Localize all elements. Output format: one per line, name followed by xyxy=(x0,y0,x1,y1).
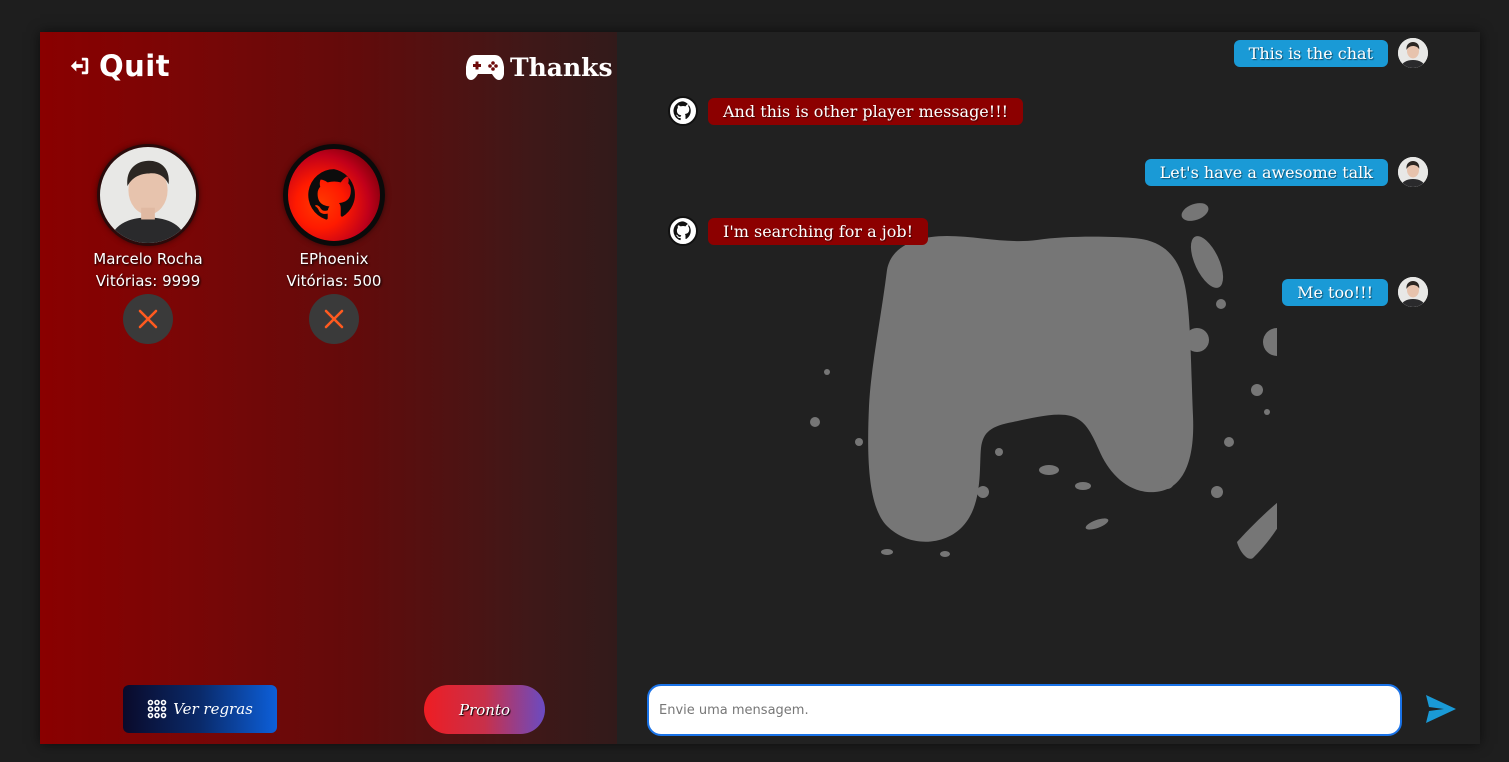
player-wins: Vitórias: 9999 xyxy=(95,272,201,290)
quit-button[interactable]: Quit xyxy=(69,48,170,84)
chat-panel: This is the chat And this is other playe… xyxy=(617,32,1480,744)
chat-message: Let's have a awesome talk xyxy=(1144,157,1428,187)
grid-icon xyxy=(147,699,167,719)
chat-message: And this is other player message!!! xyxy=(668,96,1024,126)
send-icon xyxy=(1426,695,1456,723)
close-icon xyxy=(324,309,344,329)
message-input-wrapper xyxy=(647,684,1402,736)
avatar xyxy=(668,216,698,246)
not-ready-status-button[interactable] xyxy=(309,294,359,344)
avatar xyxy=(283,144,385,246)
message-bubble: Let's have a awesome talk xyxy=(1144,158,1388,186)
message-input[interactable] xyxy=(659,702,1400,718)
player-card: EPhoenix Vitórias: 500 xyxy=(254,144,414,344)
message-bubble: I'm searching for a job! xyxy=(708,217,929,245)
avatar xyxy=(1398,277,1428,307)
chat-message: Me too!!! xyxy=(1282,277,1428,307)
avatar xyxy=(668,96,698,126)
not-ready-status-button[interactable] xyxy=(123,294,173,344)
close-icon xyxy=(138,309,158,329)
github-icon xyxy=(673,221,691,241)
ready-label: Pronto xyxy=(458,700,510,719)
avatar xyxy=(97,144,199,246)
rules-button[interactable]: Ver regras xyxy=(123,685,277,733)
chat-message: This is the chat xyxy=(1233,38,1428,68)
player-photo xyxy=(100,147,196,243)
avatar xyxy=(1398,38,1428,68)
gamepad-icon xyxy=(466,55,504,80)
player-name: EPhoenix xyxy=(299,250,369,268)
sign-out-icon xyxy=(70,57,89,75)
message-bubble: This is the chat xyxy=(1233,39,1388,67)
github-icon xyxy=(673,101,691,121)
message-bubble: And this is other player message!!! xyxy=(708,97,1024,125)
lobby-panel: Quit Thanks Marcelo Rocha Vitórias: 9999… xyxy=(40,32,617,744)
quit-label: Quit xyxy=(99,49,171,83)
ready-button[interactable]: Pronto xyxy=(424,685,545,734)
player-card: Marcelo Rocha Vitórias: 9999 xyxy=(68,144,228,344)
avatar xyxy=(1398,157,1428,187)
player-name: Marcelo Rocha xyxy=(93,250,203,268)
lobby-title: Thanks xyxy=(466,49,613,85)
message-bubble: Me too!!! xyxy=(1282,278,1388,306)
app-frame: Quit Thanks Marcelo Rocha Vitórias: 9999… xyxy=(40,32,1480,744)
chat-message: I'm searching for a job! xyxy=(668,216,929,246)
github-icon xyxy=(308,169,355,220)
player-wins: Vitórias: 500 xyxy=(286,272,382,290)
rules-label: Ver regras xyxy=(173,700,253,718)
title-label: Thanks xyxy=(510,52,613,82)
send-button[interactable] xyxy=(1424,692,1458,726)
